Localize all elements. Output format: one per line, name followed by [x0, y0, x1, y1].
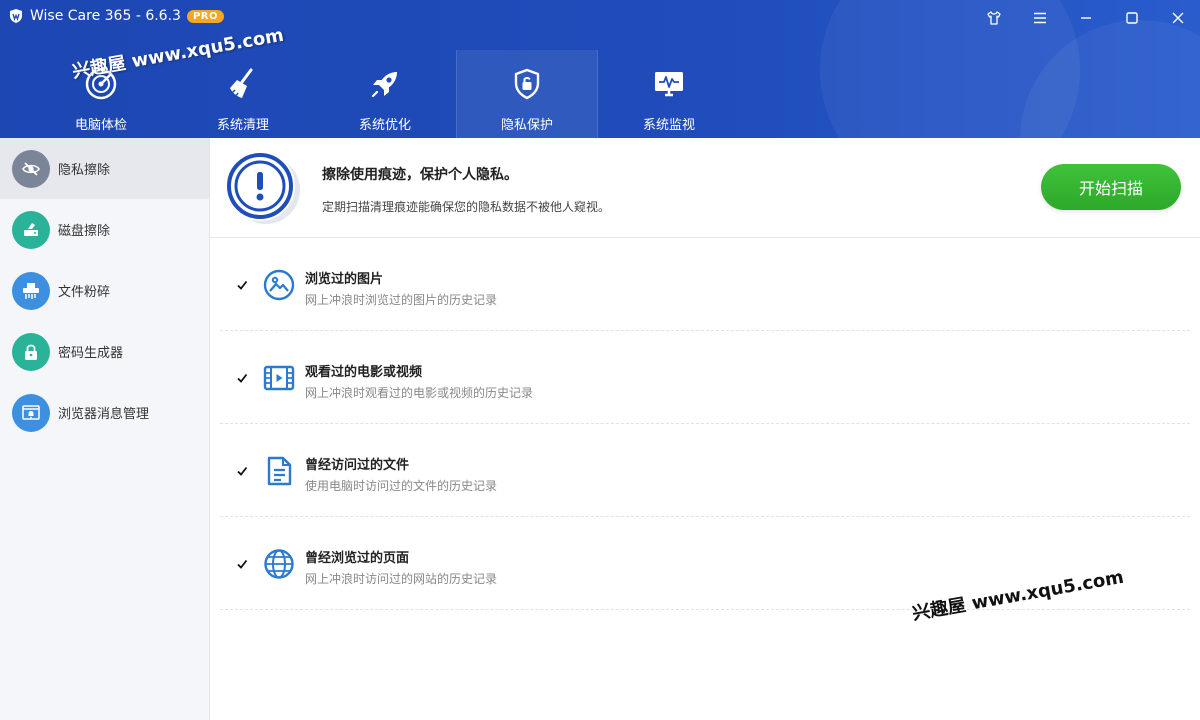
checkmark-icon [237, 559, 248, 569]
checkmark-icon [237, 466, 248, 476]
sidebar-item-file-shredder[interactable]: 文件粉碎 [0, 260, 209, 321]
rocket-icon [365, 64, 405, 104]
sidebar-item-label: 磁盘擦除 [58, 224, 111, 239]
main-panel: 擦除使用痕迹，保护个人隐私。 定期扫描清理痕迹能确保您的隐私数据不被他人窥视。 … [210, 138, 1200, 720]
app-logo-icon [8, 8, 24, 24]
nav-label: 电脑体检 [74, 118, 127, 133]
item-title: 曾经访问过的文件 [305, 458, 410, 473]
alert-circle-icon [225, 151, 300, 224]
nav-label: 系统清理 [216, 118, 269, 133]
header-bar: Wise Care 365 - 6.6.3 PRO 电脑体检 系统清理 系统优化… [0, 0, 1200, 138]
tshirt-icon [987, 11, 1001, 25]
skin-button[interactable] [972, 0, 1016, 36]
item-description: 网上冲浪时访问过的网站的历史记录 [305, 572, 498, 586]
privacy-item-list: 浏览过的图片 网上冲浪时浏览过的图片的历史记录 观看过的电影或视频 网上冲浪时观… [210, 238, 1200, 610]
lock-icon [12, 332, 50, 371]
film-icon [262, 361, 296, 395]
list-item: 曾经访问过的文件 使用电脑时访问过的文件的历史记录 [220, 424, 1190, 517]
maximize-icon [1126, 12, 1138, 24]
checkbox[interactable] [236, 558, 248, 570]
item-description: 使用电脑时访问过的文件的历史记录 [305, 479, 498, 493]
image-icon [262, 268, 296, 302]
banner-description: 定期扫描清理痕迹能确保您的隐私数据不被他人窥视。 [322, 200, 611, 214]
pro-badge: PRO [186, 9, 224, 23]
nav-label: 隐私保护 [500, 118, 553, 133]
checkbox[interactable] [236, 279, 248, 291]
banner-title: 擦除使用痕迹，保护个人隐私。 [322, 167, 518, 183]
sidebar-item-label: 隐私擦除 [58, 163, 111, 178]
maximize-button[interactable] [1110, 0, 1154, 36]
eye-slash-icon [12, 149, 50, 188]
nav-label: 系统监视 [642, 118, 695, 133]
sidebar-item-disk-eraser[interactable]: 磁盘擦除 [0, 199, 209, 260]
monitor-pulse-icon [649, 64, 689, 104]
item-description: 网上冲浪时浏览过的图片的历史记录 [305, 293, 498, 307]
checkmark-icon [237, 280, 248, 290]
sidebar: 隐私擦除 磁盘擦除 文件粉碎 密码生成器 浏览器消息管理 [0, 138, 210, 720]
nav-label: 系统优化 [358, 118, 411, 133]
menu-icon [1034, 12, 1046, 24]
info-banner: 擦除使用痕迹，保护个人隐私。 定期扫描清理痕迹能确保您的隐私数据不被他人窥视。 … [210, 138, 1200, 238]
close-button[interactable] [1156, 0, 1200, 36]
disk-eraser-icon [12, 210, 50, 249]
item-title: 观看过的电影或视频 [305, 365, 423, 380]
sidebar-item-browser-notifications[interactable]: 浏览器消息管理 [0, 382, 209, 443]
sidebar-item-password-generator[interactable]: 密码生成器 [0, 321, 209, 382]
app-title: Wise Care 365 - 6.6.3 [30, 8, 181, 24]
minimize-button[interactable] [1064, 0, 1108, 36]
sidebar-item-label: 文件粉碎 [58, 285, 111, 300]
item-title: 浏览过的图片 [305, 272, 384, 287]
title-bar: Wise Care 365 - 6.6.3 PRO [0, 0, 1200, 32]
menu-button[interactable] [1018, 0, 1062, 36]
sidebar-item-privacy-eraser[interactable]: 隐私擦除 [0, 138, 209, 199]
nav-item-clean[interactable]: 系统清理 [172, 50, 314, 138]
browser-bell-icon [12, 393, 50, 432]
document-icon [262, 454, 296, 488]
checkmark-icon [237, 373, 248, 383]
close-icon [1172, 12, 1184, 24]
window-controls [970, 0, 1200, 36]
list-item: 浏览过的图片 网上冲浪时浏览过的图片的历史记录 [220, 238, 1190, 331]
broom-icon [223, 64, 263, 104]
minimize-icon [1081, 17, 1091, 19]
checkbox[interactable] [236, 465, 248, 477]
shredder-icon [12, 271, 50, 310]
nav-item-optimize[interactable]: 系统优化 [314, 50, 456, 138]
sidebar-item-label: 浏览器消息管理 [58, 407, 150, 422]
list-item: 观看过的电影或视频 网上冲浪时观看过的电影或视频的历史记录 [220, 331, 1190, 424]
nav-item-monitor[interactable]: 系统监视 [598, 50, 740, 138]
shield-lock-icon [507, 64, 547, 104]
item-description: 网上冲浪时观看过的电影或视频的历史记录 [305, 386, 534, 400]
sidebar-item-label: 密码生成器 [58, 346, 124, 361]
nav-item-privacy[interactable]: 隐私保护 [456, 50, 598, 138]
start-scan-button[interactable]: 开始扫描 [1041, 164, 1181, 210]
checkbox[interactable] [236, 372, 248, 384]
item-title: 曾经浏览过的页面 [305, 551, 410, 566]
globe-icon [262, 547, 296, 581]
